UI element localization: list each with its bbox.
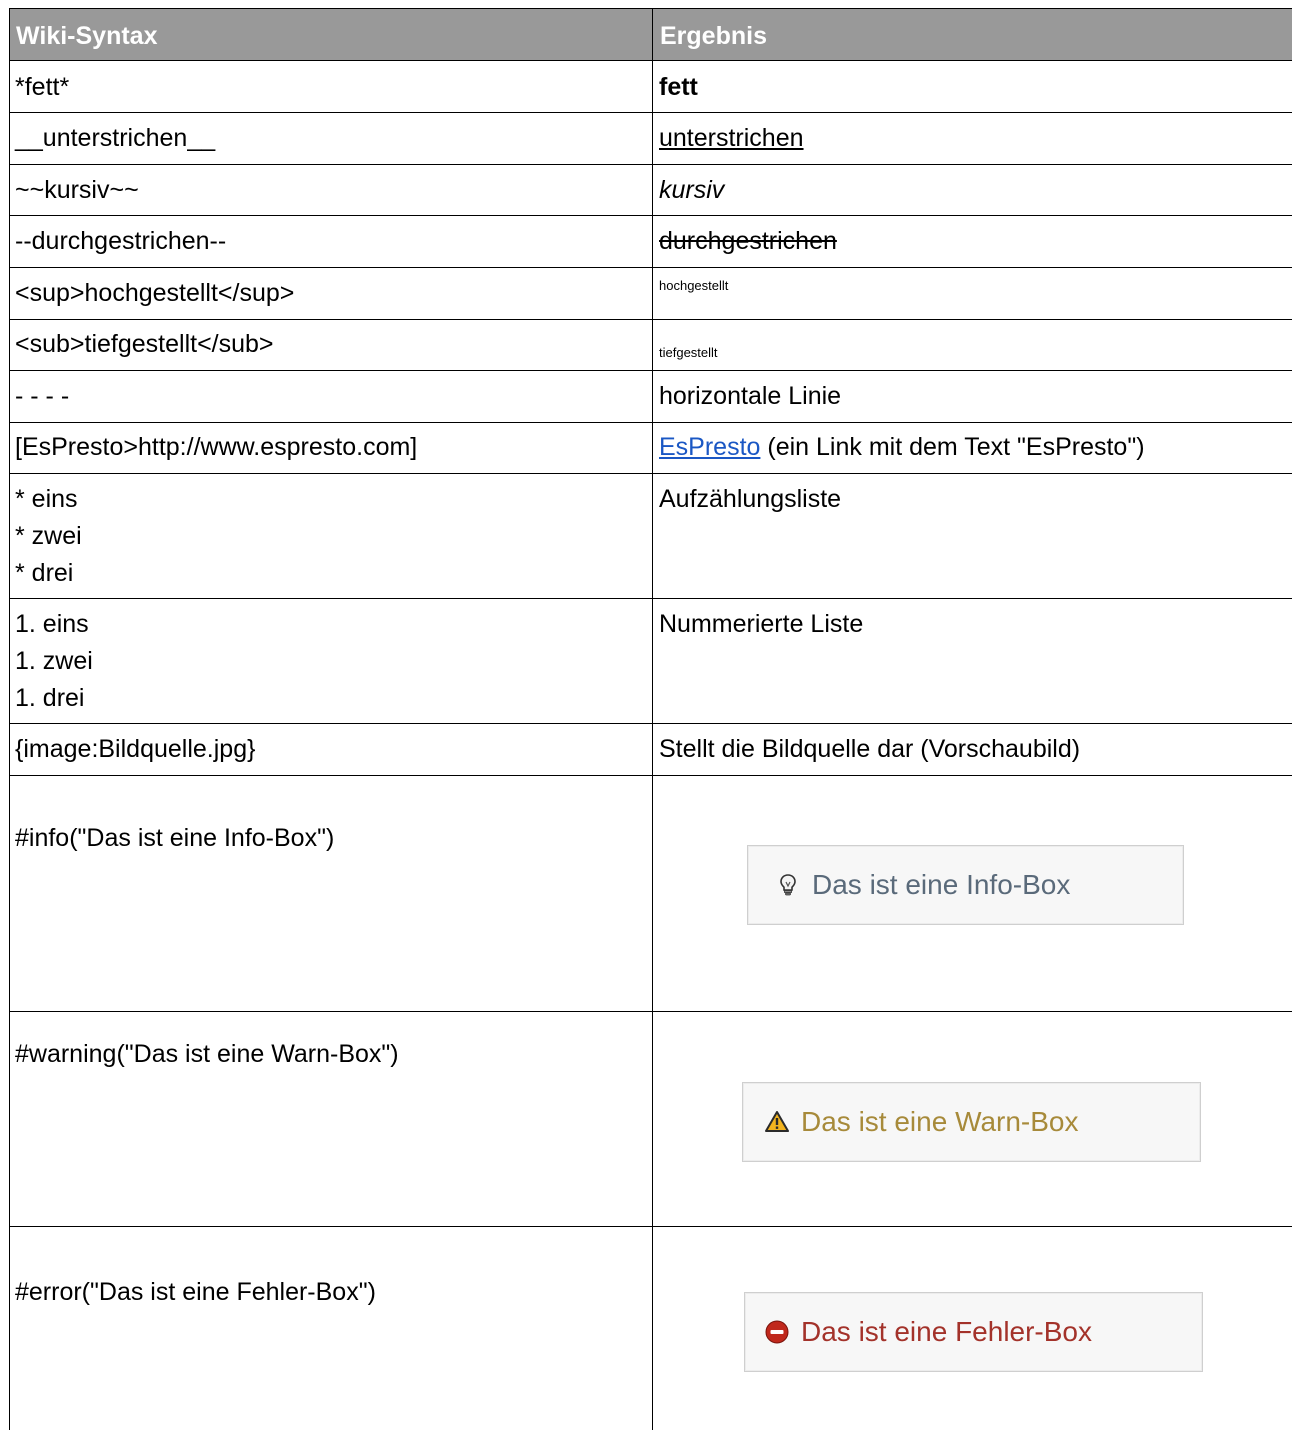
syntax-bullet-list: * eins * zwei * drei bbox=[15, 485, 82, 587]
espresto-link[interactable]: EsPresto bbox=[659, 433, 760, 461]
row-divider bbox=[9, 1011, 1292, 1012]
column-divider-middle bbox=[652, 8, 653, 1430]
row-divider bbox=[9, 422, 1292, 423]
result-underline: unterstrichen bbox=[659, 124, 804, 152]
syntax-superscript: <sup>hochgestellt</sup> bbox=[15, 279, 295, 307]
result-bold: fett bbox=[659, 73, 698, 101]
syntax-error-box: #error("Das ist eine Fehler-Box") bbox=[15, 1278, 376, 1306]
result-superscript: hochgestellt bbox=[659, 278, 729, 293]
syntax-numbered-list: 1. eins 1. zwei 1. drei bbox=[15, 610, 93, 712]
syntax-image: {image:Bildquelle.jpg} bbox=[15, 735, 256, 763]
header-ergebnis: Ergebnis bbox=[653, 8, 1292, 61]
result-bullet-list: Aufzählungsliste bbox=[659, 485, 842, 513]
error-icon bbox=[765, 1320, 789, 1344]
syntax-info-box: #info("Das ist eine Info-Box") bbox=[15, 824, 335, 852]
error-box-text: Das ist eine Fehler-Box bbox=[801, 1316, 1093, 1347]
syntax-link: [EsPresto>http://www.espresto.com] bbox=[15, 433, 418, 461]
warning-box: Das ist eine Warn-Box bbox=[742, 1082, 1201, 1162]
result-subscript: tiefgestellt bbox=[659, 345, 718, 360]
lightbulb-icon bbox=[780, 874, 796, 896]
warning-box-text: Das ist eine Warn-Box bbox=[801, 1106, 1079, 1137]
result-link-cell: EsPresto (ein Link mit dem Text "EsPrest… bbox=[659, 429, 1145, 466]
row-divider bbox=[9, 319, 1292, 320]
row-divider bbox=[9, 473, 1292, 474]
row-divider bbox=[9, 723, 1292, 724]
result-strikethrough: durchgestrichen bbox=[659, 227, 837, 255]
info-box-text: Das ist eine Info-Box bbox=[812, 869, 1071, 900]
row-divider bbox=[9, 164, 1292, 165]
row-divider bbox=[9, 215, 1292, 216]
syntax-italic: ~~kursiv~~ bbox=[15, 176, 139, 204]
warning-icon bbox=[765, 1111, 789, 1132]
row-divider bbox=[9, 598, 1292, 599]
syntax-horizontal-line: - - - - bbox=[15, 382, 70, 410]
row-divider bbox=[9, 1226, 1292, 1227]
syntax-warning-box: #warning("Das ist eine Warn-Box") bbox=[15, 1040, 399, 1068]
wiki-syntax-table: Wiki-Syntax Ergebnis *fett* fett __unter… bbox=[9, 8, 1292, 1430]
error-box: Das ist eine Fehler-Box bbox=[744, 1292, 1203, 1372]
info-box: Das ist eine Info-Box bbox=[747, 845, 1184, 925]
syntax-strikethrough: --durchgestrichen-- bbox=[15, 227, 227, 255]
header-wiki-syntax: Wiki-Syntax bbox=[9, 8, 652, 61]
header-label: Ergebnis bbox=[660, 22, 767, 50]
row-divider bbox=[9, 370, 1292, 371]
syntax-subscript: <sub>tiefgestellt</sub> bbox=[15, 330, 274, 358]
column-divider-left bbox=[9, 8, 10, 1430]
result-italic: kursiv bbox=[659, 176, 725, 204]
row-divider bbox=[9, 775, 1292, 776]
result-image: Stellt die Bildquelle dar (Vorschaubild) bbox=[659, 735, 1081, 763]
syntax-underline: __unterstrichen__ bbox=[15, 124, 216, 152]
result-numbered-list: Nummerierte Liste bbox=[659, 610, 864, 638]
header-label: Wiki-Syntax bbox=[16, 22, 158, 50]
result-link-description: (ein Link mit dem Text "EsPresto") bbox=[760, 433, 1145, 461]
row-divider bbox=[9, 112, 1292, 113]
syntax-bold: *fett* bbox=[15, 73, 70, 101]
row-divider bbox=[9, 267, 1292, 268]
result-horizontal-line: horizontale Linie bbox=[659, 382, 842, 410]
